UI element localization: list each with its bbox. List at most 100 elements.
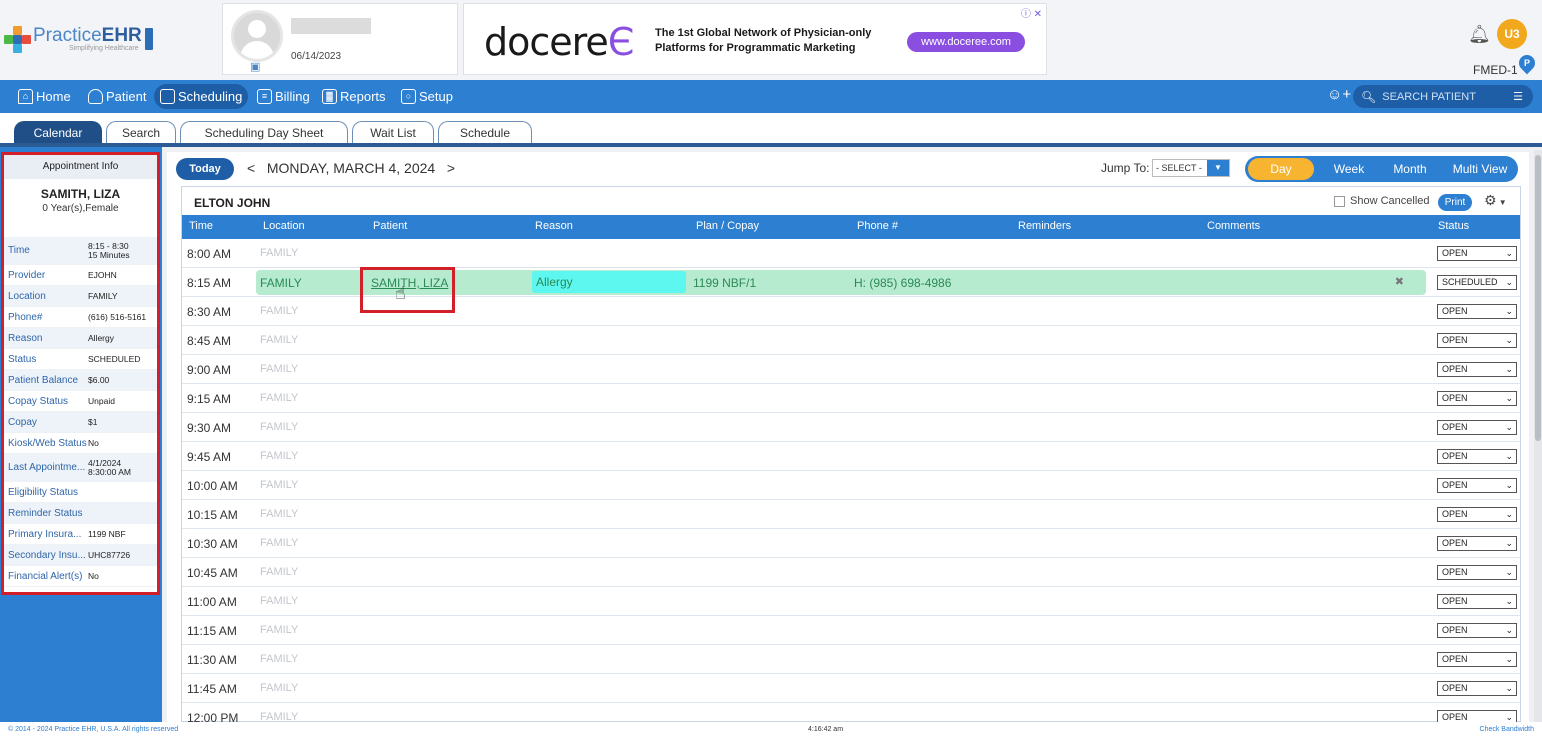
view-day[interactable]: Day [1248,158,1314,180]
appointment-info-label: Reason [8,332,43,344]
appointment-info-value: Allergy [88,332,114,343]
tab-scheduling-day-sheet[interactable]: Scheduling Day Sheet [180,121,348,143]
status-select[interactable]: OPEN ⌄ [1437,478,1517,493]
appointment-info-row: Eligibility Status [4,482,157,503]
appointment-info-row: Reason Allergy [4,328,157,349]
user-badge[interactable]: U3 [1497,19,1527,49]
appointment-info-row: Copay $1 [4,412,157,433]
prev-day-button[interactable]: < [247,160,255,176]
table-row[interactable]: 12:00 PM FAMILY OPEN ⌄ [182,703,1520,723]
table-row[interactable]: 8:00 AM FAMILY OPEN ⌄ [182,239,1520,268]
status-select[interactable]: OPEN ⌄ [1437,623,1517,638]
practice-ehr-logo[interactable]: PracticeEHR Simplifying Healthcare [4,24,153,54]
tab-calendar[interactable]: Calendar [14,121,102,143]
gear-icon[interactable]: ⚙︎ ▼ [1484,192,1507,209]
status-select[interactable]: OPEN ⌄ [1437,420,1517,435]
tab-schedule[interactable]: Schedule [438,121,532,143]
nav-patient[interactable]: Patient [84,84,150,109]
status-select[interactable]: OPEN ⌄ [1437,362,1517,377]
location-pin-icon[interactable]: P [1515,51,1539,75]
ad-banner[interactable]: docereЄ The 1st Global Network of Physic… [463,3,1047,75]
status-value: OPEN [1442,509,1468,519]
appointment-info-value: $6.00 [88,374,110,385]
status-select[interactable]: OPEN ⌄ [1437,565,1517,580]
appointment-info-label: Time [8,245,30,256]
calendar-area: Today < MONDAY, MARCH 4, 2024 > Jump To:… [167,152,1529,723]
status-select[interactable]: OPEN ⌄ [1437,594,1517,609]
status-select[interactable]: OPEN ⌄ [1437,333,1517,348]
slot-location: FAMILY [260,305,299,317]
status-select[interactable]: OPEN ⌄ [1437,507,1517,522]
today-button[interactable]: Today [176,158,234,180]
status-select[interactable]: OPEN ⌄ [1437,246,1517,261]
tab-search[interactable]: Search [106,121,176,143]
nav-reports[interactable]: ▓ Reports [318,84,390,109]
print-button[interactable]: Print [1438,194,1472,211]
table-row[interactable]: 9:15 AM FAMILY OPEN ⌄ [182,384,1520,413]
col-status: Status [1438,220,1470,232]
table-row[interactable]: 11:45 AM FAMILY OPEN ⌄ [182,674,1520,703]
camera-icon[interactable]: ▣ [250,60,260,73]
status-value: OPEN [1442,625,1468,635]
status-select[interactable]: SCHEDULED ⌄ [1437,275,1517,290]
patient-search[interactable]: 🔍︎ ☰ [1353,85,1533,108]
filter-icon[interactable]: ☰ [1513,90,1523,103]
ad-link-button[interactable]: www.doceree.com [907,32,1025,52]
show-cancelled-toggle[interactable]: Show Cancelled [1334,195,1430,207]
logo-text-bold: EHR [101,25,142,46]
view-week[interactable]: Week [1325,158,1373,180]
status-select[interactable]: OPEN ⌄ [1437,391,1517,406]
appointment-info-row: Time 8:15 - 8:30 15 Minutes [4,237,157,265]
app-header: PracticeEHR Simplifying Healthcare ▣ 06/… [0,0,1542,80]
appointment-info-panel: Appointment Info SAMITH, LIZA 0 Year(s),… [1,152,160,595]
status-value: OPEN [1442,393,1468,403]
table-row[interactable]: 8:45 AM FAMILY OPEN ⌄ [182,326,1520,355]
table-row[interactable]: 9:45 AM FAMILY OPEN ⌄ [182,442,1520,471]
table-row[interactable]: 11:15 AM FAMILY OPEN ⌄ [182,616,1520,645]
search-input[interactable] [1382,90,1503,103]
main-nav: ⌂ Home Patient Scheduling ≡ Billing ▓ Repor… [0,80,1542,113]
table-row[interactable]: 10:45 AM FAMILY OPEN ⌄ [182,558,1520,587]
ad-close-icon[interactable]: ⓘ ✕ [1021,5,1042,20]
table-row[interactable]: 10:00 AM FAMILY OPEN ⌄ [182,471,1520,500]
table-row[interactable]: 11:30 AM FAMILY OPEN ⌄ [182,645,1520,674]
status-select[interactable]: OPEN ⌄ [1437,652,1517,667]
status-select[interactable]: OPEN ⌄ [1437,304,1517,319]
chevron-down-icon: ⌄ [1505,596,1513,606]
slot-time: 8:00 AM [187,247,232,261]
table-row[interactable]: 9:00 AM FAMILY OPEN ⌄ [182,355,1520,384]
status-value: OPEN [1442,248,1468,258]
scrollbar-thumb[interactable] [1535,155,1541,441]
jump-to-select[interactable]: - SELECT - ▼ [1152,159,1230,177]
table-row[interactable]: 10:15 AM FAMILY OPEN ⌄ [182,500,1520,529]
cancel-appointment-icon[interactable]: ✖ [1395,275,1404,288]
table-row[interactable]: 11:00 AM FAMILY OPEN ⌄ [182,587,1520,616]
view-month[interactable]: Month [1385,158,1435,180]
nav-setup[interactable]: ○ Setup [397,84,457,109]
vertical-scrollbar[interactable] [1534,150,1542,722]
add-patient-icon[interactable]: ☺+ [1327,86,1351,103]
table-row[interactable]: 9:30 AM FAMILY OPEN ⌄ [182,413,1520,442]
status-select[interactable]: OPEN ⌄ [1437,449,1517,464]
status-select[interactable]: OPEN ⌄ [1437,536,1517,551]
nav-scheduling[interactable]: Scheduling [154,84,249,109]
view-multi[interactable]: Multi View [1445,158,1515,180]
nav-billing[interactable]: ≡ Billing [253,84,314,109]
nav-home[interactable]: ⌂ Home [14,84,75,109]
check-bandwidth-link[interactable]: Check Bandwidth [1480,726,1534,733]
avatar[interactable] [231,10,283,62]
show-cancelled-checkbox[interactable] [1334,195,1345,207]
slot-time: 9:45 AM [187,450,232,464]
slot-location: FAMILY [260,537,299,549]
col-phone: Phone # [857,220,898,232]
appointment-info-label: Primary Insura... [8,528,82,540]
table-row[interactable]: 10:30 AM FAMILY OPEN ⌄ [182,529,1520,558]
notification-bell-icon[interactable]: 🔔︎ [1468,24,1491,45]
slot-time: 10:45 AM [187,566,238,580]
chevron-down-icon: ⌄ [1505,625,1513,635]
next-day-button[interactable]: > [447,160,455,176]
tab-wait-list[interactable]: Wait List [352,121,434,143]
subtab-strip [0,143,1542,147]
status-select[interactable]: OPEN ⌄ [1437,681,1517,696]
billing-icon: ≡ [257,89,272,104]
